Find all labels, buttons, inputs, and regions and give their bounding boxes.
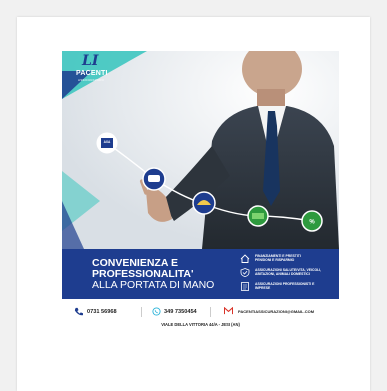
whatsapp-icon [152, 307, 161, 316]
mail-icon [224, 307, 233, 315]
email-address: PACENTIASSICURAZIONI@GMAIL.COM [238, 308, 315, 314]
mobile-contact[interactable]: 349 7350454 [152, 307, 197, 316]
service-item: FINANZIAMENTI E PRESTITI PENSIONI E RISP… [240, 254, 336, 263]
insurance-flyer: % PACENTI ASSICURAZIONI LI AXA CONVENIEN… [62, 51, 339, 335]
divider [141, 307, 142, 317]
money-node-icon [247, 205, 269, 227]
document-icon [241, 282, 249, 291]
service-item: ASSICURAZIONI SALUTE/VITA, VEICOLI, ABIT… [240, 268, 336, 277]
shield-check-icon [240, 268, 250, 277]
svg-text:%: % [309, 220, 315, 226]
contacts-row: 0731 56968 349 7350454 PACENTIASSICURAZI… [74, 307, 332, 317]
house-icon [240, 254, 250, 263]
headline-line-3: ALLA PORTATA DI MANO [92, 279, 215, 292]
services-list: FINANZIAMENTI E PRESTITI PENSIONI E RISP… [240, 254, 336, 296]
address: VIALE DELLA VITTORIA 44/A - JESI (AN) [161, 322, 240, 327]
axa-badge: AXA [103, 140, 111, 144]
service-label: ASSICURAZIONI PROFESSIONISTI E IMPRESE [255, 282, 315, 291]
car-node-icon [142, 167, 166, 191]
service-label: ASSICURAZIONI SALUTE/VITA, VEICOLI, ABIT… [255, 268, 322, 277]
service-item: ASSICURAZIONI PROFESSIONISTI E IMPRESE [240, 282, 336, 291]
phone-contact[interactable]: 0731 56968 [74, 307, 117, 316]
divider [210, 307, 211, 317]
percent-node-icon: % [301, 210, 323, 232]
businessman-photo: % PACENTI ASSICURAZIONI LI AXA [62, 51, 339, 249]
contact-bar [62, 299, 339, 335]
logo-monogram: LI [82, 53, 99, 69]
logo-brand: PACENTI [76, 70, 108, 77]
headline: CONVENIENZA E PROFESSIONALITA' ALLA PORT… [92, 257, 215, 292]
mobile-number: 349 7350454 [164, 308, 197, 315]
phone-number: 0731 56968 [87, 308, 117, 315]
logo-sub: ASSICURAZIONI [78, 78, 104, 82]
email-contact[interactable]: PACENTIASSICURAZIONI@GMAIL.COM [224, 307, 314, 315]
umbrella-node-icon [192, 191, 216, 215]
phone-icon [74, 307, 83, 316]
service-label: FINANZIAMENTI E PRESTITI PENSIONI E RISP… [255, 254, 301, 263]
